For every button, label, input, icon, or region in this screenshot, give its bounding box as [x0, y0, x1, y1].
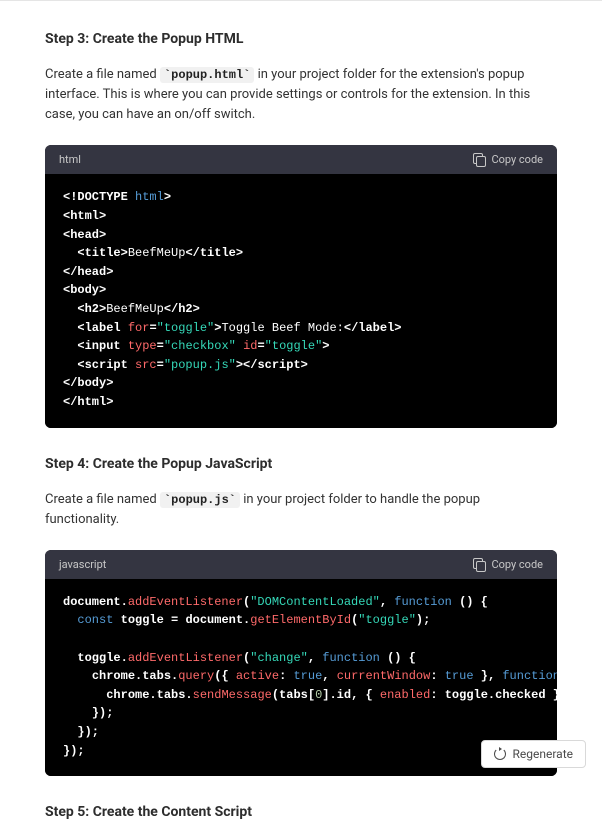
- regenerate-button[interactable]: Regenerate: [481, 740, 587, 768]
- code-body-html: <!DOCTYPE html> <html> <head> <title>Bee…: [45, 174, 557, 427]
- copy-icon: [473, 558, 485, 571]
- article-body: Step 3: Create the Popup HTML Create a f…: [0, 0, 602, 820]
- step5-heading: Step 5: Create the Content Script: [45, 804, 557, 820]
- regenerate-icon: [494, 748, 506, 760]
- step3-description: Create a file named `popup.html` in your…: [45, 65, 557, 125]
- text: Create a file named: [45, 67, 160, 82]
- code-lang-label: javascript: [59, 558, 106, 571]
- code-header: html Copy code: [45, 145, 557, 174]
- copy-icon: [473, 153, 485, 166]
- step3-heading: Step 3: Create the Popup HTML: [45, 31, 557, 47]
- copy-label: Copy code: [491, 153, 543, 166]
- copy-label: Copy code: [491, 558, 543, 571]
- copy-code-button[interactable]: Copy code: [473, 558, 543, 571]
- copy-code-button[interactable]: Copy code: [473, 153, 543, 166]
- step4-description: Create a file named `popup.js` in your p…: [45, 490, 557, 530]
- regenerate-label: Regenerate: [513, 747, 574, 761]
- inline-code-popup-html: `popup.html`: [160, 67, 254, 83]
- text: Create a file named: [45, 492, 160, 507]
- code-lang-label: html: [59, 153, 81, 166]
- step4-heading: Step 4: Create the Popup JavaScript: [45, 456, 557, 472]
- inline-code-popup-js: `popup.js`: [160, 492, 240, 508]
- code-block-html: html Copy code <!DOCTYPE html> <html> <h…: [45, 145, 557, 427]
- code-header: javascript Copy code: [45, 550, 557, 579]
